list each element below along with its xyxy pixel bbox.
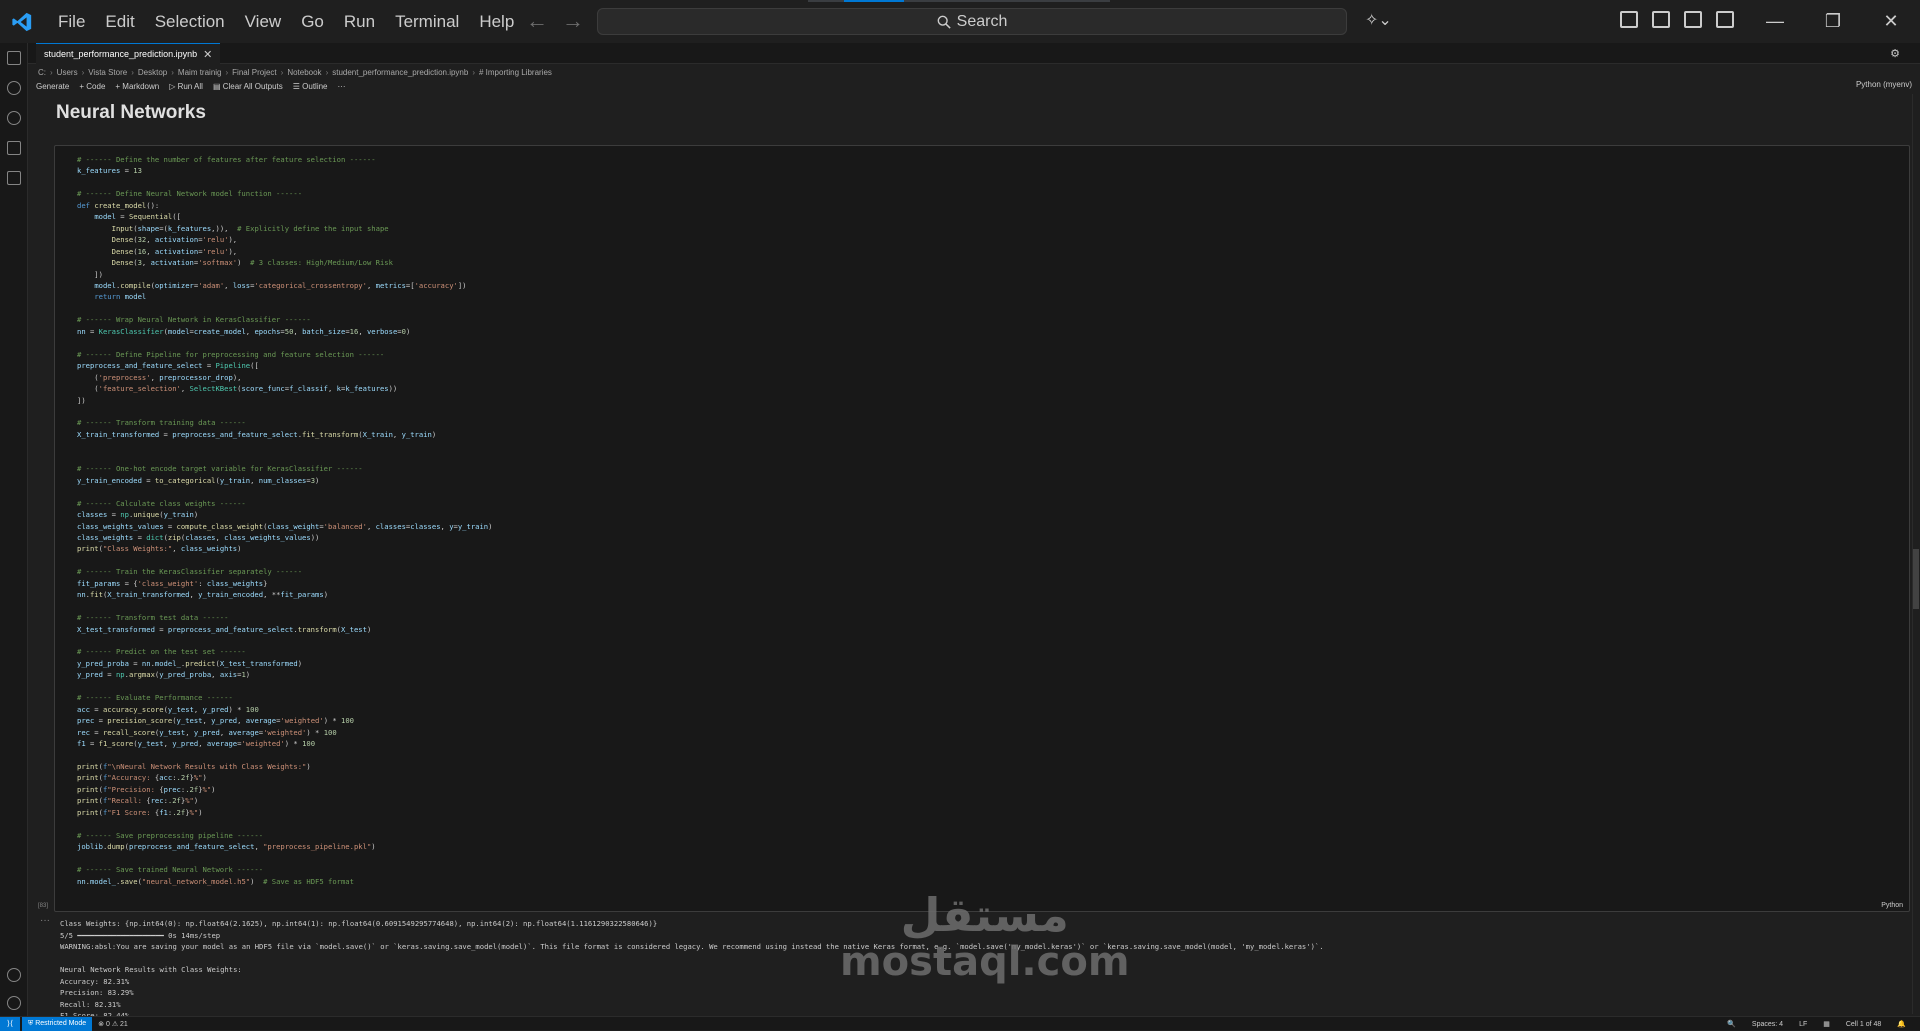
- indentation-indicator[interactable]: Spaces: 4: [1746, 1021, 1789, 1028]
- watermark-logo: مستقل mostaql.com: [840, 890, 1130, 984]
- menu-run[interactable]: Run: [334, 0, 385, 43]
- copilot-icon[interactable]: ✧⌄: [1365, 10, 1392, 30]
- problems-indicator[interactable]: ⊗ 0 ⚠ 21: [92, 1020, 134, 1028]
- run-all-button[interactable]: ▷ Run All: [169, 82, 203, 91]
- source-control-icon[interactable]: [7, 111, 21, 125]
- status-right-group: 🔍 Spaces: 4 LF ▦ Cell 1 of 48 🔔: [1721, 1017, 1912, 1031]
- output-line: Accuracy: 82.31%: [60, 976, 130, 986]
- status-bar: ⟩⟨ ⛨ Restricted Mode ⊗ 0 ⚠ 21 🔍 Spaces: …: [0, 1016, 1920, 1031]
- watermark-arabic: مستقل: [900, 888, 1069, 942]
- editor-settings-gear-icon[interactable]: ⚙: [1890, 47, 1900, 60]
- menu-help[interactable]: Help: [469, 0, 524, 43]
- breadcrumb-item[interactable]: Notebook: [287, 68, 321, 77]
- window-controls: — ❐ ✕: [1746, 0, 1920, 43]
- more-actions-button[interactable]: ···: [338, 82, 346, 91]
- clear-outputs-button[interactable]: ▤ Clear All Outputs: [213, 82, 283, 91]
- search-icon: [937, 15, 951, 29]
- breadcrumb-item[interactable]: student_performance_prediction.ipynb: [332, 68, 468, 77]
- breadcrumb-item[interactable]: Desktop: [138, 68, 167, 77]
- clear-outputs-label: Clear All Outputs: [222, 81, 283, 91]
- toggle-panel-icon[interactable]: [1684, 11, 1702, 28]
- output-line: Precision: 83.29%: [60, 988, 134, 997]
- add-markdown-button[interactable]: + Markdown: [115, 82, 159, 91]
- output-line: Neural Network Results with Class Weight…: [60, 965, 242, 974]
- cell-language-indicator[interactable]: Python: [1881, 902, 1903, 909]
- activity-bar: [0, 43, 28, 1016]
- eol-indicator[interactable]: LF: [1793, 1021, 1813, 1028]
- search-label: Search: [956, 12, 1008, 30]
- outline-button[interactable]: ☰ Outline: [293, 82, 328, 91]
- menu-selection[interactable]: Selection: [145, 0, 235, 43]
- output-line: Recall: 82.31%: [60, 999, 121, 1009]
- search-accent: [808, 0, 1110, 2]
- search-view-icon[interactable]: [7, 81, 21, 95]
- forward-arrow-icon[interactable]: →: [562, 8, 584, 34]
- notebook-layout-icon[interactable]: ▦: [1817, 1020, 1836, 1028]
- title-bar: File Edit Selection View Go Run Terminal…: [0, 0, 1920, 43]
- scrollbar-thumb[interactable]: [1913, 549, 1919, 609]
- layout-controls: [1620, 11, 1734, 28]
- breadcrumb-item[interactable]: Vista Store: [88, 68, 127, 77]
- code-editor[interactable]: # ------ Define the number of features a…: [77, 154, 492, 887]
- manage-gear-icon[interactable]: [7, 996, 21, 1010]
- breadcrumb-item[interactable]: # Importing Libraries: [479, 68, 552, 77]
- cell-position-indicator[interactable]: Cell 1 of 48: [1840, 1021, 1887, 1028]
- notifications-bell-icon[interactable]: 🔔: [1891, 1020, 1912, 1028]
- close-window-icon[interactable]: ✕: [1862, 0, 1920, 43]
- toggle-primary-sidebar-icon[interactable]: [1652, 11, 1670, 28]
- zoom-icon[interactable]: 🔍: [1721, 1020, 1742, 1028]
- notebook-toolbar: Generate + Code + Markdown ▷ Run All ▤ C…: [36, 79, 346, 93]
- tab-close-icon[interactable]: ✕: [203, 48, 212, 61]
- menu-edit[interactable]: Edit: [95, 0, 144, 43]
- output-line: WARNING:absl:You are saving your model a…: [60, 942, 1324, 951]
- code-cell[interactable]: # ------ Define the number of features a…: [54, 145, 1910, 912]
- breadcrumb-item[interactable]: Users: [57, 68, 78, 77]
- extensions-icon[interactable]: [7, 171, 21, 185]
- output-line: Class Weights: {np.int64(0): np.float64(…: [60, 919, 658, 928]
- remote-indicator-icon[interactable]: ⟩⟨: [0, 1016, 20, 1031]
- breadcrumb-item[interactable]: C:: [38, 68, 46, 77]
- accounts-icon[interactable]: [7, 968, 21, 982]
- add-code-label: Code: [86, 81, 106, 91]
- breadcrumb-item[interactable]: Final Project: [232, 68, 276, 77]
- breadcrumb: C: › Users › Vista Store › Desktop › Maim tr…: [38, 67, 552, 77]
- run-all-label: Run All: [177, 81, 203, 91]
- menu-terminal[interactable]: Terminal: [385, 0, 469, 43]
- back-arrow-icon[interactable]: ←: [526, 8, 548, 34]
- kernel-picker[interactable]: Python (myenv): [1856, 80, 1912, 89]
- run-debug-icon[interactable]: [7, 141, 21, 155]
- add-markdown-label: Markdown: [122, 81, 160, 91]
- restore-icon[interactable]: ❐: [1804, 0, 1862, 43]
- menu-bar: File Edit Selection View Go Run Terminal…: [48, 0, 524, 43]
- explorer-icon[interactable]: [7, 51, 21, 65]
- menu-go[interactable]: Go: [291, 0, 334, 43]
- toggle-secondary-sidebar-icon[interactable]: [1716, 11, 1734, 28]
- outline-label: Outline: [302, 81, 328, 91]
- restricted-mode-label: Restricted Mode: [35, 1020, 87, 1027]
- tab-notebook[interactable]: student_performance_prediction.ipynb ✕: [36, 43, 221, 64]
- menu-view[interactable]: View: [235, 0, 292, 43]
- tab-label: student_performance_prediction.ipynb: [44, 49, 198, 59]
- menu-file[interactable]: File: [48, 0, 95, 43]
- navigation-arrows: ← →: [526, 8, 584, 34]
- editor-tab-bar: student_performance_prediction.ipynb ✕ ⚙: [28, 43, 1920, 64]
- restricted-mode-indicator[interactable]: ⛨ Restricted Mode: [22, 1016, 93, 1031]
- cell-output: Class Weights: {np.int64(0): np.float64(…: [60, 918, 1324, 1022]
- execution-count: [83]: [38, 903, 49, 909]
- add-code-button[interactable]: + Code: [79, 82, 105, 91]
- output-actions-icon[interactable]: ···: [40, 915, 50, 926]
- breadcrumb-item[interactable]: Maim trainig: [178, 68, 222, 77]
- vscode-logo-icon: [0, 0, 44, 43]
- generate-button[interactable]: Generate: [36, 82, 69, 91]
- watermark-latin: mostaql.com: [840, 939, 1130, 985]
- output-line: 5/5 ━━━━━━━━━━━━━━━━━━━━ 0s 14ms/step: [60, 930, 221, 940]
- customize-layout-icon[interactable]: [1620, 11, 1638, 28]
- command-center-search[interactable]: Search: [597, 8, 1347, 35]
- minimize-icon[interactable]: —: [1746, 0, 1804, 43]
- editor-scrollbar[interactable]: [1912, 94, 1920, 1014]
- markdown-heading: Neural Networks: [56, 102, 206, 123]
